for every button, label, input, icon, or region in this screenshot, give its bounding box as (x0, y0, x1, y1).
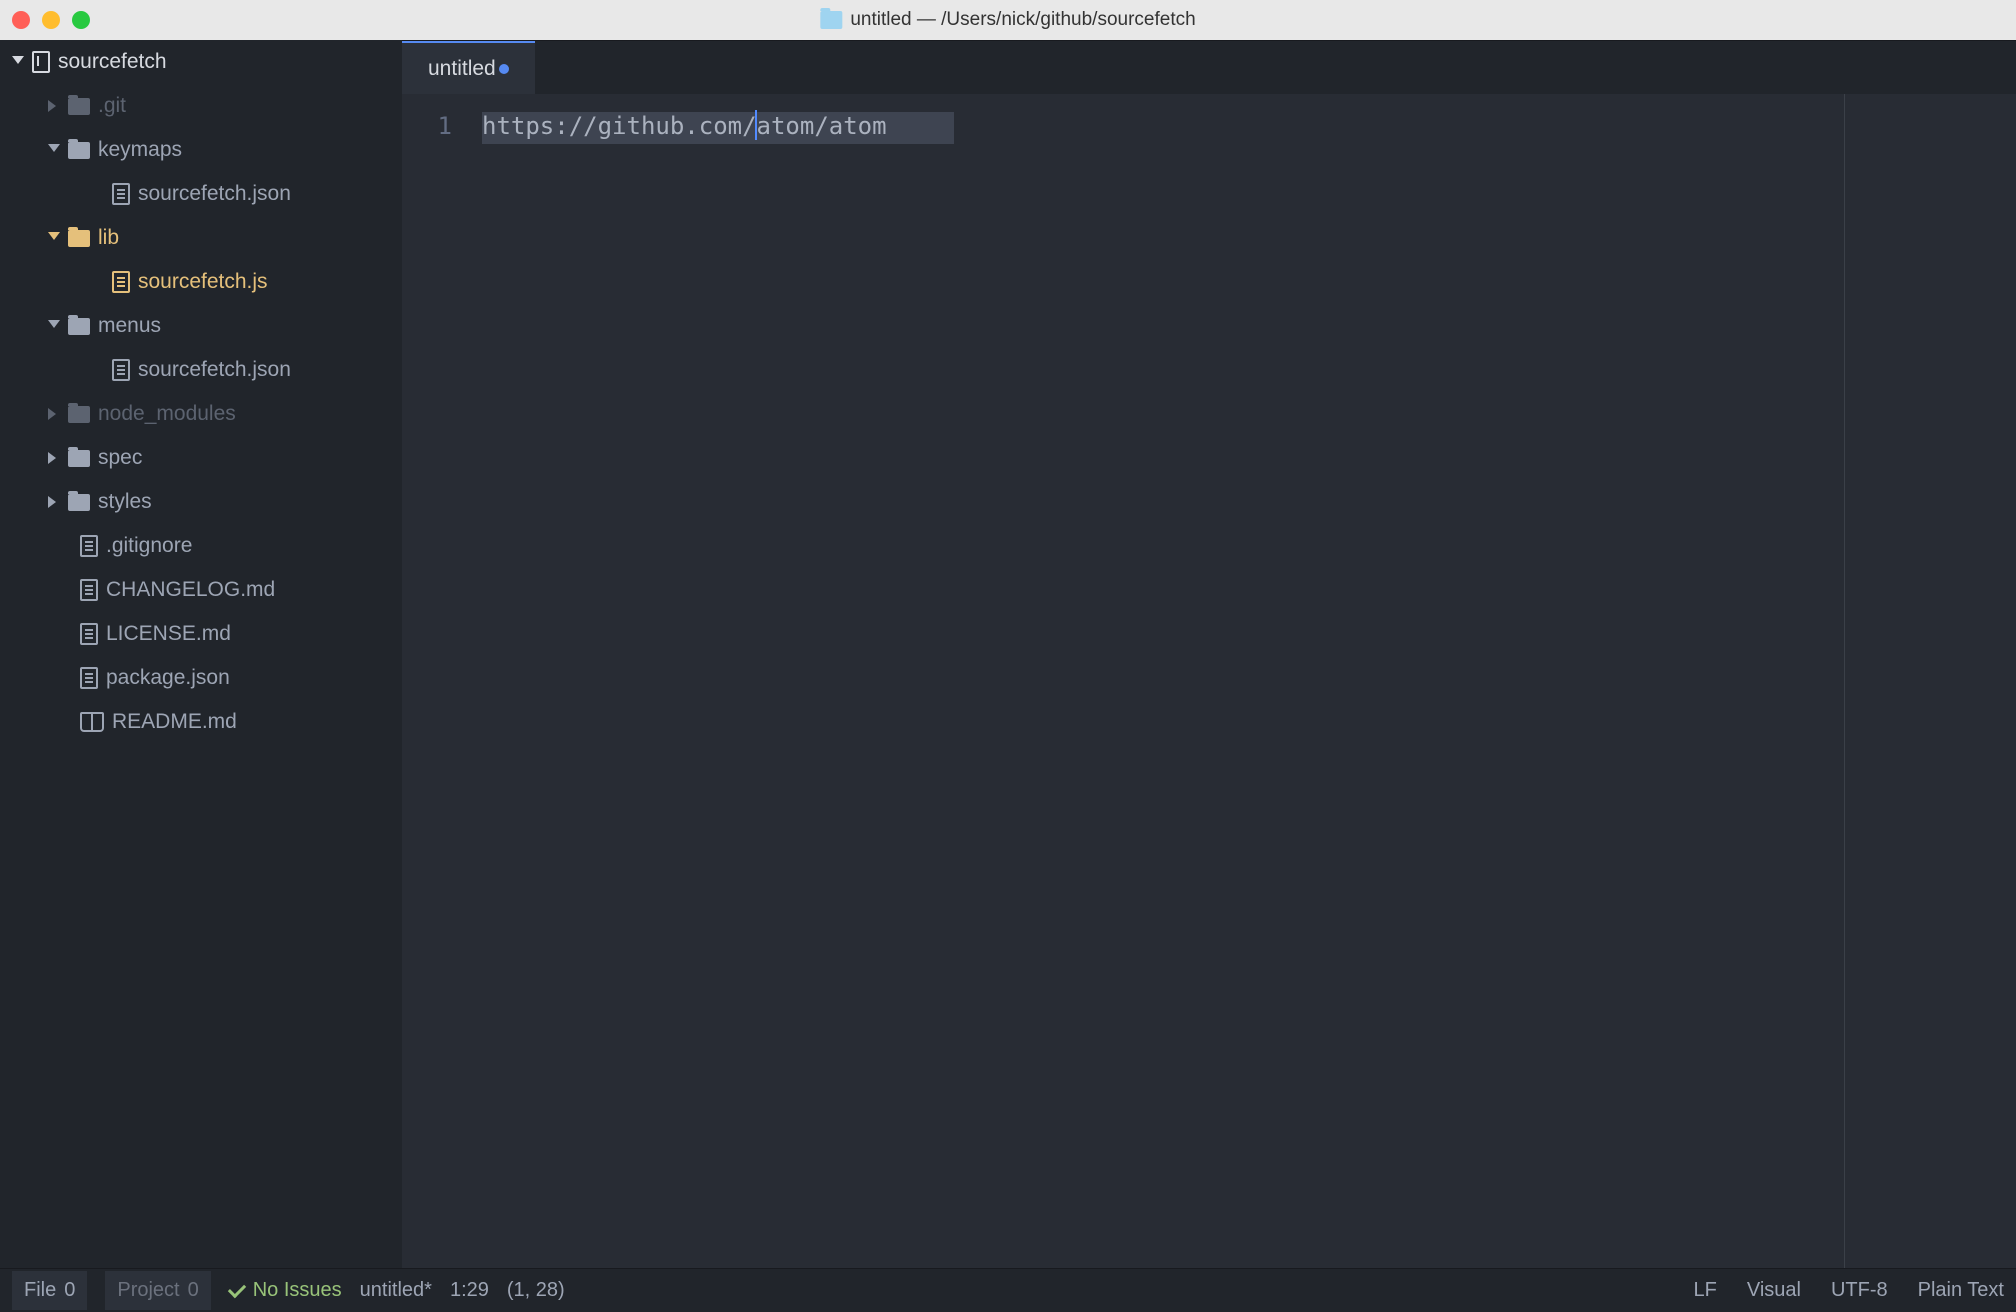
status-issues-text: No Issues (253, 1279, 342, 1302)
file-tree-sidebar: sourcefetch .git keymaps sourcefetch.jso… (0, 40, 402, 1268)
tree-folder-menus[interactable]: menus (0, 304, 402, 348)
close-window-button[interactable] (12, 11, 30, 29)
file-icon (112, 271, 130, 293)
tree-label: LICENSE.md (106, 622, 231, 646)
tree-label: sourcefetch.json (138, 358, 291, 382)
folder-icon (68, 450, 90, 467)
folder-icon (68, 406, 90, 423)
status-line-ending[interactable]: LF (1694, 1279, 1717, 1302)
chevron-down-icon (12, 56, 24, 68)
project-name: sourcefetch (58, 50, 167, 74)
minimize-window-button[interactable] (42, 11, 60, 29)
tree-folder-lib[interactable]: lib (0, 216, 402, 260)
editor-area: untitled 1 https://github.com/atom/atom (402, 40, 2016, 1268)
status-file-count[interactable]: File 0 (12, 1271, 87, 1310)
tree-file-license[interactable]: LICENSE.md (0, 612, 402, 656)
status-grammar[interactable]: Plain Text (1918, 1279, 2004, 1302)
tree-folder-git[interactable]: .git (0, 84, 402, 128)
tree-file-menus-json[interactable]: sourcefetch.json (0, 348, 402, 392)
statusbar: File 0 Project 0 No Issues untitled* 1:2… (0, 1268, 2016, 1312)
editor-content[interactable]: 1 https://github.com/atom/atom (402, 94, 2016, 1268)
folder-icon (68, 98, 90, 115)
tree-label: README.md (112, 710, 237, 734)
folder-icon (820, 11, 842, 29)
tree-label: .git (98, 94, 126, 118)
chevron-down-icon (48, 144, 60, 156)
text-cursor-icon (755, 110, 757, 140)
folder-icon (68, 230, 90, 247)
window-title-text: untitled — /Users/nick/github/sourcefetc… (850, 9, 1195, 31)
tree-folder-keymaps[interactable]: keymaps (0, 128, 402, 172)
tree-file-gitignore[interactable]: .gitignore (0, 524, 402, 568)
status-label: File (24, 1279, 56, 1302)
code-line[interactable]: https://github.com/atom/atom (482, 106, 887, 1268)
status-value: 0 (188, 1279, 199, 1302)
tree-label: .gitignore (106, 534, 192, 558)
folder-icon (68, 142, 90, 159)
tree-folder-node-modules[interactable]: node_modules (0, 392, 402, 436)
status-filename[interactable]: untitled* (360, 1279, 432, 1302)
file-icon (112, 359, 130, 381)
tree-file-sourcefetch-js[interactable]: sourcefetch.js (0, 260, 402, 304)
tree-label: spec (98, 446, 142, 470)
tree-label: sourcefetch.js (138, 270, 268, 294)
repo-icon (32, 51, 50, 73)
window-title: untitled — /Users/nick/github/sourcefetc… (820, 9, 1195, 31)
tree-label: keymaps (98, 138, 182, 162)
tree-label: menus (98, 314, 161, 338)
tree-label: lib (98, 226, 119, 250)
status-label: Project (117, 1279, 179, 1302)
chevron-right-icon (48, 452, 60, 464)
file-icon (80, 623, 98, 645)
check-icon (228, 1279, 246, 1297)
titlebar: untitled — /Users/nick/github/sourcefetc… (0, 0, 2016, 40)
tree-folder-spec[interactable]: spec (0, 436, 402, 480)
traffic-lights (12, 11, 90, 29)
tree-label: CHANGELOG.md (106, 578, 275, 602)
tree-label: node_modules (98, 402, 236, 426)
file-icon (80, 579, 98, 601)
tree-label: styles (98, 490, 152, 514)
modified-indicator-icon (499, 64, 509, 74)
status-mode[interactable]: Visual (1747, 1279, 1801, 1302)
code-text: https://github.com/atom/atom (482, 112, 887, 140)
wrap-guide (1844, 94, 1845, 1268)
file-icon (112, 183, 130, 205)
chevron-right-icon (48, 496, 60, 508)
chevron-down-icon (48, 232, 60, 244)
line-gutter: 1 (402, 106, 482, 1268)
status-cursor-position[interactable]: 1:29 (450, 1279, 489, 1302)
status-project-count[interactable]: Project 0 (105, 1271, 210, 1310)
tab-label: untitled (428, 57, 496, 81)
status-selection[interactable]: (1, 28) (507, 1279, 565, 1302)
tree-label: package.json (106, 666, 230, 690)
line-number: 1 (402, 112, 452, 140)
tree-label: sourcefetch.json (138, 182, 291, 206)
book-icon (80, 712, 104, 732)
tree-file-readme[interactable]: README.md (0, 700, 402, 744)
project-root[interactable]: sourcefetch (0, 40, 402, 84)
chevron-down-icon (48, 320, 60, 332)
file-icon (80, 535, 98, 557)
file-icon (80, 667, 98, 689)
status-encoding[interactable]: UTF-8 (1831, 1279, 1888, 1302)
chevron-right-icon (48, 100, 60, 112)
tree-folder-styles[interactable]: styles (0, 480, 402, 524)
folder-icon (68, 318, 90, 335)
maximize-window-button[interactable] (72, 11, 90, 29)
tree-file-package-json[interactable]: package.json (0, 656, 402, 700)
tab-untitled[interactable]: untitled (402, 41, 535, 94)
folder-icon (68, 494, 90, 511)
tab-bar: untitled (402, 40, 2016, 94)
status-value: 0 (64, 1279, 75, 1302)
status-issues[interactable]: No Issues (229, 1279, 342, 1302)
tree-file-keymaps-json[interactable]: sourcefetch.json (0, 172, 402, 216)
tree-file-changelog[interactable]: CHANGELOG.md (0, 568, 402, 612)
chevron-right-icon (48, 408, 60, 420)
